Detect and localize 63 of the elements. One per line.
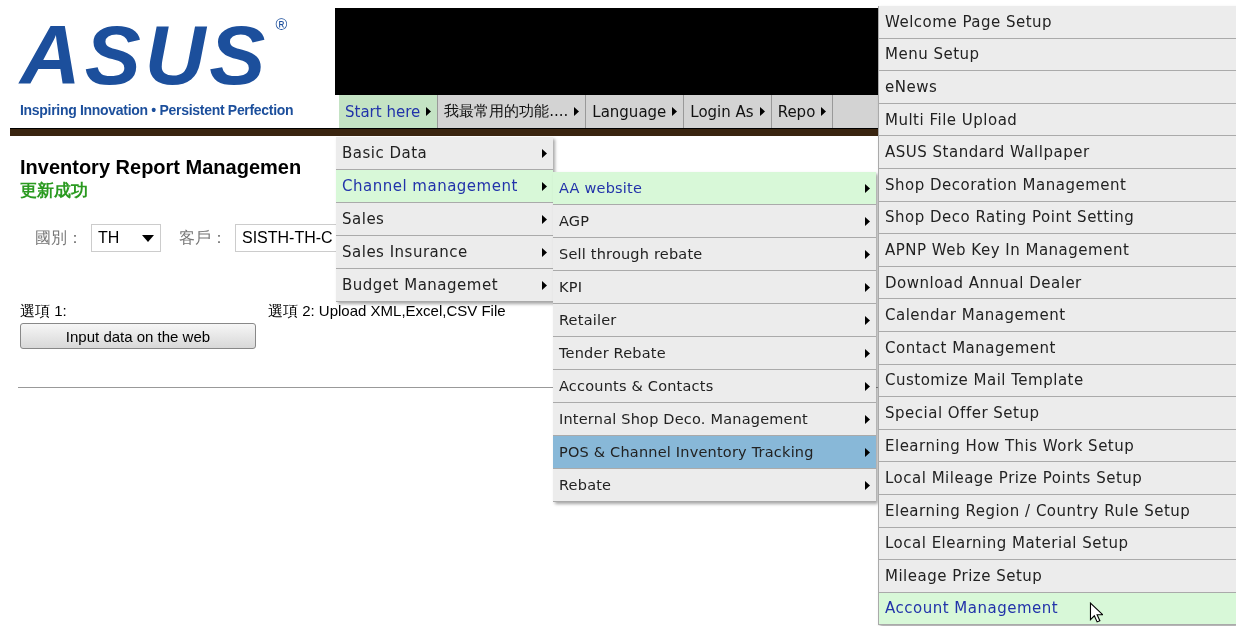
submenu-arrow-icon bbox=[542, 280, 547, 290]
submenu-arrow-icon bbox=[542, 181, 547, 191]
submenu-arrow-icon bbox=[865, 381, 870, 391]
submenu-arrow-icon bbox=[542, 247, 547, 257]
menu-bar-item[interactable]: Start here bbox=[339, 95, 439, 128]
logo-tagline: Inspiring Innovation • Persistent Perfection bbox=[20, 102, 295, 118]
asus-logo: ASUS bbox=[20, 12, 270, 98]
menu-item[interactable]: Elearning Region / Country Rule Setup bbox=[878, 494, 1236, 528]
menu-item[interactable]: Elearning How This Work Setup bbox=[878, 429, 1236, 463]
customer-label: 客戶： bbox=[179, 227, 227, 248]
menu-item[interactable]: AA website bbox=[553, 172, 876, 205]
menu-item[interactable]: Local Mileage Prize Points Setup bbox=[878, 462, 1236, 495]
menu-item[interactable]: Accounts & Contacts bbox=[553, 370, 876, 403]
arrow-right-icon bbox=[821, 107, 827, 116]
option-label: 選項 1: bbox=[20, 302, 68, 321]
submenu-arrow-icon bbox=[865, 348, 870, 358]
menu-item[interactable]: Sell through rebate bbox=[553, 238, 876, 271]
menu-item[interactable]: AGP bbox=[553, 205, 876, 238]
submenu-arrow-icon bbox=[542, 148, 547, 158]
arrow-right-icon bbox=[426, 107, 432, 116]
dropdown-arrow-icon bbox=[142, 234, 154, 242]
registered-mark: ® bbox=[275, 16, 288, 34]
menu-item[interactable]: Shop Decoration Management bbox=[878, 168, 1236, 202]
menu-item[interactable]: Special Offer Setup bbox=[878, 397, 1236, 430]
menu-item[interactable]: APNP Web Key In Management bbox=[878, 234, 1236, 267]
submenu-arrow-icon bbox=[865, 447, 870, 457]
menu-item[interactable]: Shop Deco Rating Point Setting bbox=[878, 201, 1236, 235]
submenu-arrow-icon bbox=[865, 282, 870, 292]
menu-item[interactable]: Local Elearning Material Setup bbox=[878, 527, 1236, 561]
arrow-right-icon bbox=[574, 107, 580, 116]
page-title: Inventory Report Managemen bbox=[20, 156, 302, 179]
status-message: 更新成功 bbox=[20, 180, 88, 202]
submenu-arrow-icon bbox=[865, 249, 870, 259]
arrow-right-icon bbox=[759, 107, 765, 116]
submenu-arrow-icon bbox=[865, 480, 870, 490]
menu-item[interactable]: Calendar Management bbox=[878, 299, 1236, 332]
menu-item[interactable]: Retailer bbox=[553, 304, 876, 337]
country-label: 國別： bbox=[35, 227, 83, 248]
submenu-arrow-icon bbox=[865, 183, 870, 193]
mouse-pointer-icon bbox=[1089, 602, 1103, 623]
submenu-arrow-icon bbox=[542, 214, 547, 224]
menu-item[interactable]: Multi File Upload bbox=[878, 103, 1236, 137]
menu-item[interactable]: Contact Management bbox=[878, 331, 1236, 365]
menu-item[interactable]: POS & Channel Inventory Tracking bbox=[553, 436, 876, 469]
menu-item[interactable]: Welcome Page Setup bbox=[878, 6, 1236, 39]
menu-item[interactable]: KPI bbox=[553, 271, 876, 304]
menu-item[interactable]: Mileage Prize Setup bbox=[878, 560, 1236, 593]
submenu-arrow-icon bbox=[865, 414, 870, 424]
menu-item[interactable]: ASUS Standard Wallpaper bbox=[878, 136, 1236, 169]
option-label: 選項 2: Upload XML,Excel,CSV File bbox=[268, 302, 506, 321]
menu-item[interactable]: eNews bbox=[878, 71, 1236, 104]
menu-item[interactable]: Download Annual Dealer bbox=[878, 266, 1236, 300]
arrow-right-icon bbox=[672, 107, 678, 116]
submenu-arrow-icon bbox=[865, 216, 870, 226]
menu-item[interactable]: Channel management bbox=[336, 170, 553, 203]
menu-item[interactable]: Account Management bbox=[878, 592, 1236, 626]
menu-item[interactable]: Tender Rebate bbox=[553, 337, 876, 370]
input-data-button[interactable]: Input data on the web bbox=[20, 323, 256, 349]
submenu-arrow-icon bbox=[865, 315, 870, 325]
country-select[interactable]: TH bbox=[91, 224, 161, 252]
menu-item[interactable]: Menu Setup bbox=[878, 38, 1236, 72]
menu-item[interactable]: Customize Mail Template bbox=[878, 364, 1236, 398]
menu-item[interactable]: Rebate bbox=[553, 469, 876, 502]
